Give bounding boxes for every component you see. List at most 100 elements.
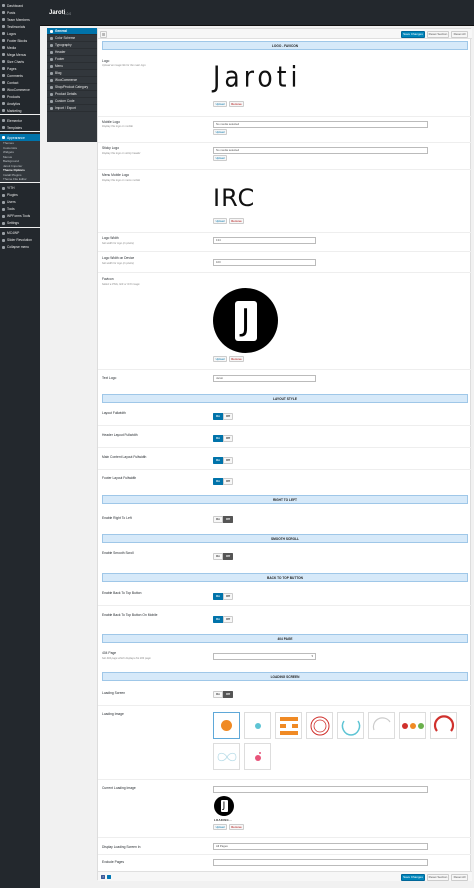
current-loading-upload-button[interactable]: Upload: [213, 824, 227, 830]
loader-option-infinity[interactable]: [213, 743, 240, 770]
favicon-remove-button[interactable]: Remove: [229, 356, 244, 362]
options-tab-product-details[interactable]: Product Details: [47, 91, 97, 98]
options-tab-blog[interactable]: Blog: [47, 70, 97, 77]
page404-select[interactable]: ▾: [213, 653, 316, 660]
admin-menu-item-collapse-menu[interactable]: Collapse menu: [0, 244, 40, 251]
toggle-on[interactable]: On: [213, 413, 223, 420]
toggle-off[interactable]: Off: [223, 457, 233, 464]
admin-menu-item-elementor[interactable]: Elementor: [0, 117, 40, 124]
header-fullwidth-toggle[interactable]: On Off: [213, 435, 233, 442]
admin-menu-item-mc4wp[interactable]: MC4WP: [0, 230, 40, 237]
display-loading-select[interactable]: All Pages: [213, 843, 428, 850]
admin-menu-item-slider-revolution[interactable]: Slider Revolution: [0, 237, 40, 244]
admin-menu-item-analytics[interactable]: Analytics: [0, 100, 40, 107]
admin-menu-item-templates[interactable]: Templates: [0, 124, 40, 131]
options-tab-custom-code[interactable]: Custom Code: [47, 98, 97, 105]
toggle-off[interactable]: Off: [223, 516, 233, 523]
save-changes-button[interactable]: Save Changes: [401, 30, 425, 38]
loader-option-red-spinner[interactable]: [430, 712, 457, 739]
options-tab-header[interactable]: Header: [47, 49, 97, 56]
toggle-off[interactable]: Off: [223, 616, 233, 623]
reset-all-button[interactable]: Reset All: [451, 30, 468, 38]
back-top-toggle[interactable]: On Off: [213, 593, 233, 600]
options-tab-footer[interactable]: Footer: [47, 56, 97, 63]
toggle-on[interactable]: On: [213, 691, 223, 698]
loader-option-teal-arcs[interactable]: [337, 712, 364, 739]
toggle-on[interactable]: On: [213, 616, 223, 623]
sticky-logo-field[interactable]: No media selected: [213, 147, 428, 154]
admin-menu-item-footer-blocks[interactable]: Footer Blocks: [0, 37, 40, 44]
admin-menu-item-plugins[interactable]: Plugins: [0, 192, 40, 199]
reset-all-button-bottom[interactable]: Reset All: [451, 873, 468, 881]
toggle-off[interactable]: Off: [223, 593, 233, 600]
admin-menu-item-woocommerce[interactable]: WooCommerce: [0, 86, 40, 93]
admin-menu-item-size-charts[interactable]: Size Charts: [0, 58, 40, 65]
logo-remove-button[interactable]: Remove: [229, 101, 244, 107]
options-tab-general[interactable]: General: [47, 28, 97, 35]
favicon-upload-button[interactable]: Upload: [213, 356, 227, 362]
toggle-off[interactable]: Off: [223, 435, 233, 442]
admin-menu-item-comments[interactable]: Comments: [0, 72, 40, 79]
mobile-logo-field[interactable]: No media selected: [213, 121, 428, 128]
toggle-on[interactable]: On: [213, 435, 223, 442]
admin-menu-item-team-members[interactable]: Team Members: [0, 16, 40, 23]
menu-mobile-logo-upload-button[interactable]: Upload: [213, 218, 227, 224]
layout-fullwidth-toggle[interactable]: On Off: [213, 413, 233, 420]
loader-option-orange-dot[interactable]: [213, 712, 240, 739]
current-loading-field[interactable]: [213, 786, 428, 793]
admin-menu-item-wpforms-tools[interactable]: WPForms Tools: [0, 213, 40, 220]
options-tab-menu[interactable]: Menu: [47, 63, 97, 70]
admin-menu-item-marketing[interactable]: Marketing: [0, 107, 40, 114]
admin-menu-item-mega-menus[interactable]: Mega Menus: [0, 51, 40, 58]
toggle-on[interactable]: On: [213, 553, 223, 560]
admin-menu-item-posts[interactable]: Posts: [0, 9, 40, 16]
toggle-off[interactable]: Off: [223, 553, 233, 560]
toggle-on[interactable]: On: [213, 593, 223, 600]
current-loading-remove-button[interactable]: Remove: [229, 824, 244, 830]
toggle-on[interactable]: On: [213, 516, 223, 523]
rtl-toggle[interactable]: On Off: [213, 516, 233, 523]
admin-menu-item-settings[interactable]: Settings: [0, 220, 40, 227]
back-top-mobile-toggle[interactable]: On Off: [213, 616, 233, 623]
logo-width-input[interactable]: 134: [213, 237, 316, 244]
loader-option-cyan-dot[interactable]: [244, 712, 271, 739]
text-logo-input[interactable]: Jaroti: [213, 375, 316, 382]
admin-menu-item-pages[interactable]: Pages: [0, 65, 40, 72]
expand-icon[interactable]: ☰: [100, 30, 107, 38]
toggle-off[interactable]: Off: [223, 413, 233, 420]
save-changes-button-bottom[interactable]: Save Changes: [401, 873, 425, 881]
logo-upload-button[interactable]: Upload: [213, 101, 227, 107]
reset-section-button[interactable]: Reset Section: [427, 30, 449, 38]
loader-option-grey-arc[interactable]: [368, 712, 395, 739]
loader-option-three-dots[interactable]: [399, 712, 426, 739]
admin-menu-item-testimonials[interactable]: Testimonials: [0, 23, 40, 30]
options-tab-woocommerce[interactable]: WooCommerce: [47, 77, 97, 84]
smooth-scroll-toggle[interactable]: On Off: [213, 553, 233, 560]
toggle-on[interactable]: On: [213, 457, 223, 464]
loading-screen-toggle[interactable]: On Off: [213, 691, 233, 698]
toggle-off[interactable]: Off: [223, 478, 233, 485]
options-tab-import-export[interactable]: Import / Export: [47, 105, 97, 112]
admin-menu-item-appearance[interactable]: Appearance: [0, 134, 40, 141]
admin-menu-item-media[interactable]: Media: [0, 44, 40, 51]
options-tab-shop-product-category[interactable]: Shop/Product Category: [47, 84, 97, 91]
admin-menu-item-contact[interactable]: Contact: [0, 79, 40, 86]
linkedin-icon[interactable]: [107, 874, 111, 879]
loader-option-pink-dot[interactable]: [244, 743, 271, 770]
footer-fullwidth-toggle[interactable]: On Off: [213, 478, 233, 485]
loader-option-red-ring[interactable]: [306, 712, 333, 739]
admin-menu-item-products[interactable]: Products: [0, 93, 40, 100]
main-fullwidth-toggle[interactable]: On Off: [213, 457, 233, 464]
menu-mobile-logo-remove-button[interactable]: Remove: [229, 218, 244, 224]
toggle-on[interactable]: On: [213, 478, 223, 485]
admin-menu-item-yith[interactable]: YITH: [0, 185, 40, 192]
options-tab-typography[interactable]: Typography: [47, 42, 97, 49]
admin-menu-item-tools[interactable]: Tools: [0, 206, 40, 213]
toggle-off[interactable]: Off: [223, 691, 233, 698]
loader-option-orange-grid[interactable]: [275, 712, 302, 739]
reset-section-button-bottom[interactable]: Reset Section: [427, 873, 449, 881]
admin-menu-item-dashboard[interactable]: Dashboard: [0, 2, 40, 9]
logo-width-device-input[interactable]: 100: [213, 259, 316, 266]
admin-menu-item-logos[interactable]: Logos: [0, 30, 40, 37]
sticky-logo-upload-button[interactable]: Upload: [213, 155, 227, 161]
